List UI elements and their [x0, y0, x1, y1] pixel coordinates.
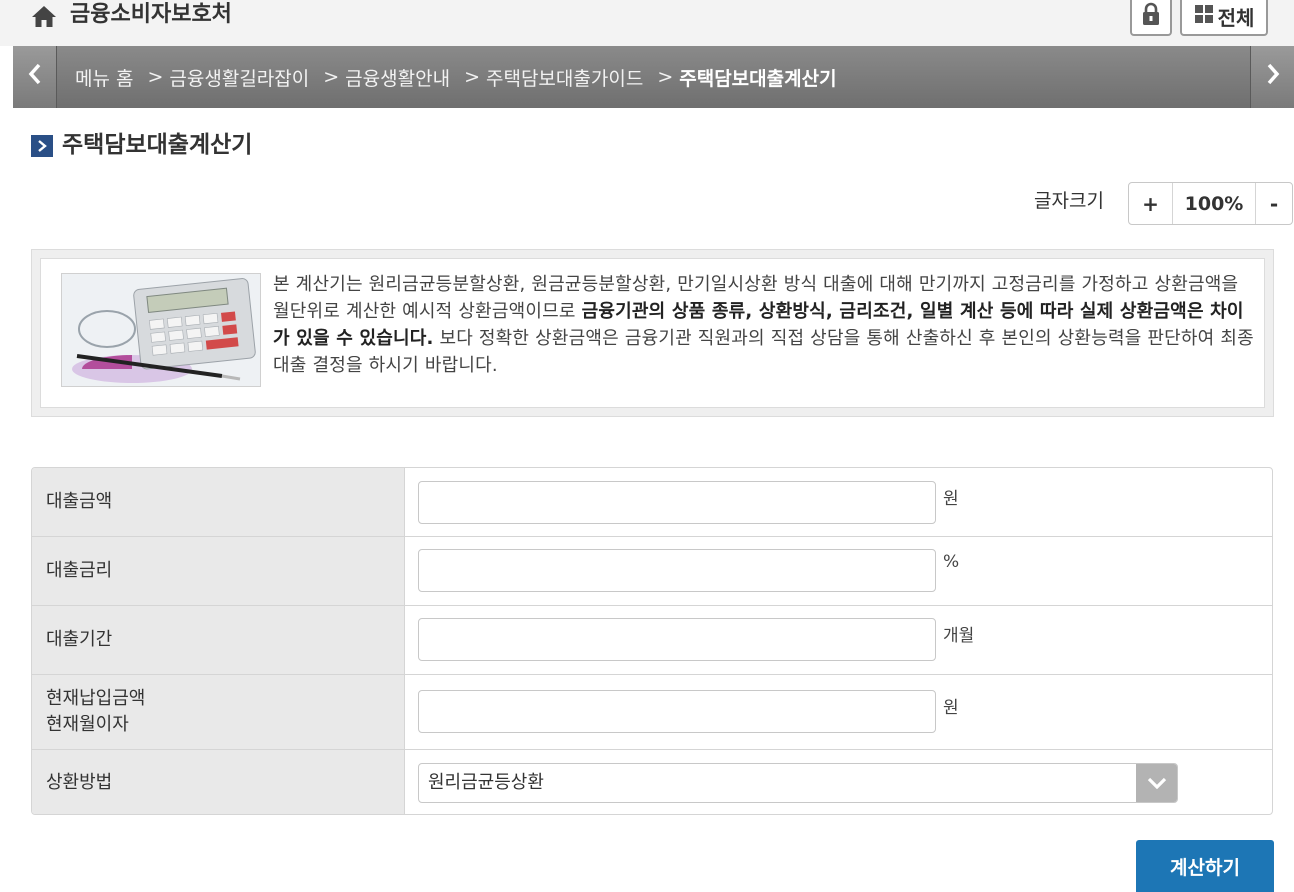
calculate-button[interactable]: 계산하기 — [1136, 840, 1274, 892]
current-payment-label-line2: 현재월이자 — [46, 714, 129, 735]
breadcrumb-item-guide[interactable]: 금융생활길라잡이 — [169, 64, 309, 91]
grid-icon — [1194, 4, 1214, 29]
form-row-loan-amount: 대출금액 원 — [32, 468, 1272, 537]
repay-method-selected: 원리금균등상환 — [428, 772, 544, 793]
font-size-label: 글자크기 — [1034, 190, 1104, 212]
all-menu-button[interactable]: 전체 — [1180, 0, 1268, 36]
page-title: 주택담보대출계산기 — [62, 132, 253, 158]
info-box-inner: 본 계산기는 원리금균등분할상환, 원금균등분할상환, 만기일시상환 방식 대출… — [40, 258, 1265, 408]
breadcrumb-item-home[interactable]: 메뉴 홈 — [75, 64, 133, 91]
breadcrumb-separator: > — [147, 66, 164, 88]
breadcrumb-next-button[interactable] — [1250, 46, 1294, 108]
form-row-loan-rate: 대출금리 % — [32, 537, 1272, 606]
loan-rate-input[interactable] — [418, 549, 936, 592]
title-mark-icon — [31, 135, 53, 157]
lock-button[interactable] — [1130, 0, 1172, 36]
top-header: 금융소비자보호처 전체 — [0, 0, 1294, 46]
form-row-repay-method: 상환방법 원리금균등상환 — [32, 750, 1272, 814]
current-payment-label-line1: 현재납입금액 — [46, 688, 146, 709]
breadcrumb-item-info[interactable]: 금융생활안내 — [345, 64, 450, 91]
loan-amount-label: 대출금액 — [32, 468, 405, 536]
loan-rate-unit: % — [943, 552, 960, 572]
breadcrumb-separator: > — [323, 66, 340, 88]
breadcrumb-prev-button[interactable] — [13, 46, 57, 108]
info-box: 본 계산기는 원리금균등분할상환, 원금균등분할상환, 만기일시상환 방식 대출… — [31, 249, 1274, 417]
current-payment-unit: 원 — [943, 698, 959, 718]
font-size-increase-button[interactable]: + — [1129, 183, 1173, 224]
site-title[interactable]: 금융소비자보호처 — [70, 1, 232, 29]
info-text: 본 계산기는 원리금균등분할상환, 원금균등분할상환, 만기일시상환 방식 대출… — [273, 271, 1258, 379]
chevron-right-icon — [1266, 63, 1280, 91]
loan-amount-unit: 원 — [943, 489, 959, 509]
breadcrumb-bar: 메뉴 홈 > 금융생활길라잡이 > 금융생활안내 > 주택담보대출가이드 > 주… — [13, 46, 1294, 108]
form-row-current-payment: 현재납입금액 현재월이자 원 — [32, 675, 1272, 750]
loan-period-label: 대출기간 — [32, 606, 405, 674]
home-icon[interactable] — [31, 4, 57, 28]
chevron-down-icon[interactable] — [1136, 764, 1177, 802]
chevron-left-icon — [28, 63, 42, 91]
repay-method-label: 상환방법 — [32, 750, 405, 814]
repay-method-select[interactable]: 원리금균등상환 — [418, 763, 1178, 803]
lock-icon — [1142, 2, 1160, 30]
loan-period-unit: 개월 — [943, 626, 975, 646]
all-menu-label: 전체 — [1217, 5, 1255, 30]
loan-amount-input[interactable] — [418, 481, 936, 524]
breadcrumb-separator: > — [464, 66, 480, 88]
loan-period-input[interactable] — [418, 618, 936, 661]
font-size-value: 100% — [1173, 183, 1256, 224]
breadcrumb-item-current[interactable]: 주택담보대출계산기 — [679, 64, 836, 91]
font-size-control: + 100% - — [1128, 182, 1293, 225]
loan-rate-label: 대출금리 — [32, 537, 405, 605]
current-payment-label: 현재납입금액 현재월이자 — [32, 675, 405, 749]
font-size-decrease-button[interactable]: - — [1256, 183, 1292, 224]
breadcrumb-separator: > — [657, 66, 674, 88]
breadcrumb: 메뉴 홈 > 금융생활길라잡이 > 금융생활안내 > 주택담보대출가이드 > 주… — [75, 63, 837, 91]
calculator-photo — [61, 273, 261, 387]
current-payment-input[interactable] — [418, 690, 936, 733]
form-row-loan-period: 대출기간 개월 — [32, 606, 1272, 675]
loan-calculator-form: 대출금액 원 대출금리 % 대출기간 개월 현재납입금액 현재월이자 원 상환방… — [31, 467, 1273, 815]
breadcrumb-item-mortgage-guide[interactable]: 주택담보대출가이드 — [486, 64, 643, 91]
